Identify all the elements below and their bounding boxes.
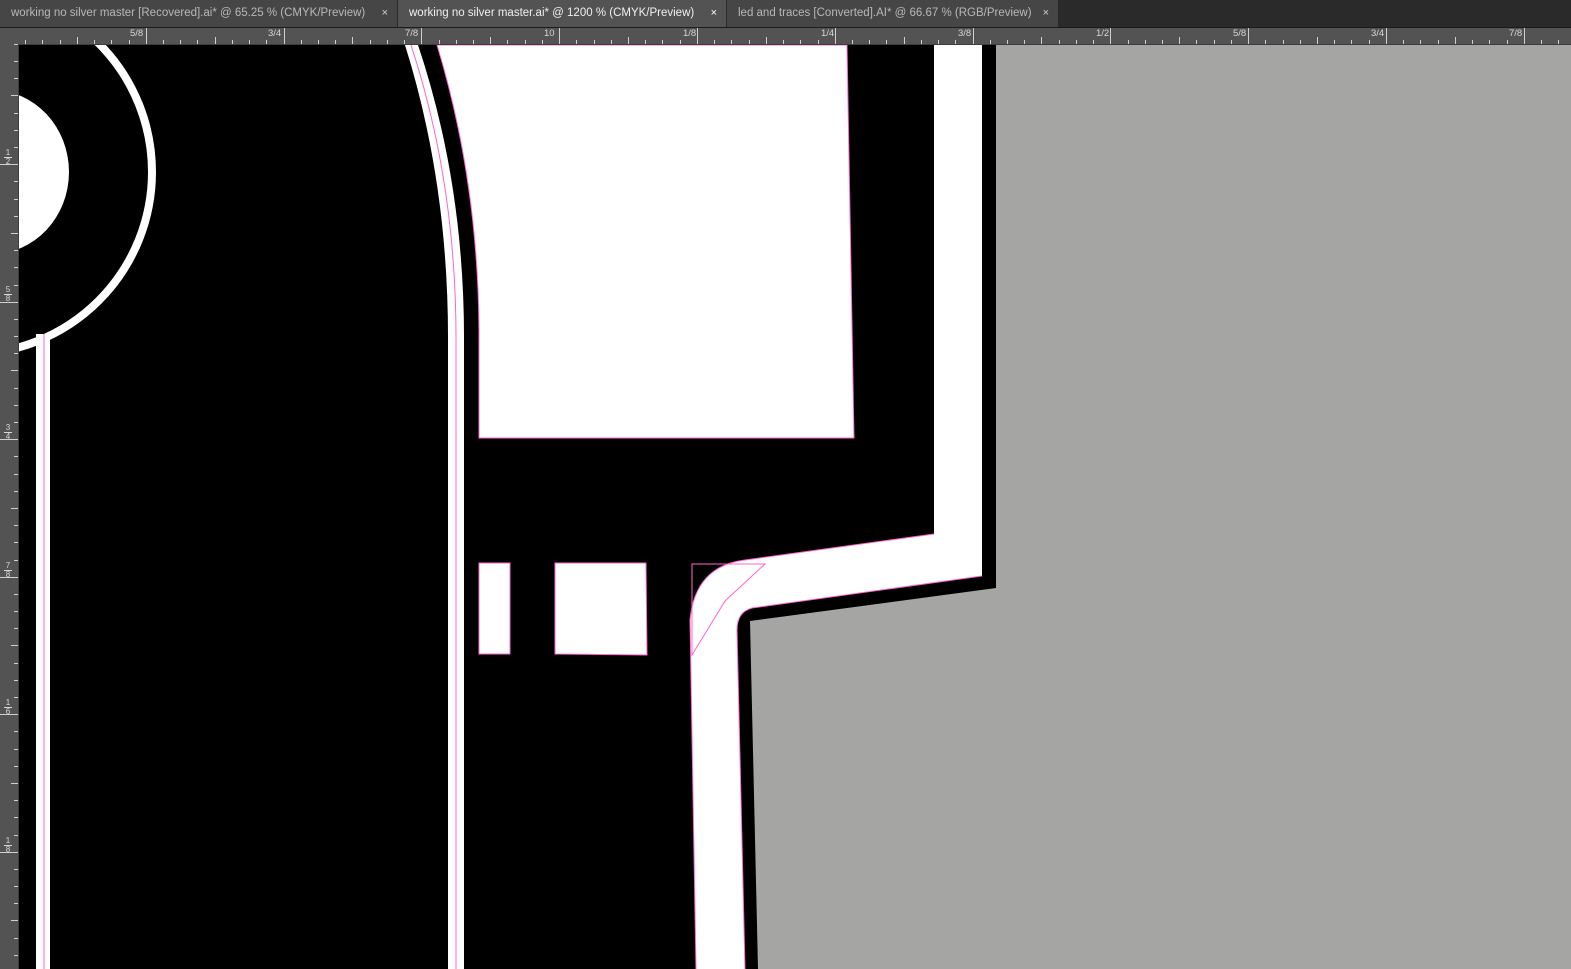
- close-icon[interactable]: ×: [711, 0, 717, 27]
- tab-title: working no silver master [Recovered].ai*…: [11, 7, 366, 19]
- ruler-label: 34: [4, 423, 12, 441]
- vertical-ruler[interactable]: 12 58 34 78 16 18: [0, 44, 19, 969]
- ruler-label: 5/8: [1233, 28, 1247, 39]
- document-tab-active[interactable]: working no silver master.ai* @ 1200 % (C…: [398, 0, 727, 27]
- ruler-label: 58: [4, 285, 12, 303]
- large-white-pad[interactable]: [436, 45, 855, 439]
- artwork[interactable]: [19, 45, 1571, 969]
- left-vertical-trace[interactable]: [36, 334, 50, 969]
- ruler-label: 1/2: [1096, 28, 1110, 39]
- ruler-label: 3/8: [958, 28, 972, 39]
- ruler-label: 18: [4, 836, 12, 854]
- ruler-label: 5/8: [130, 28, 144, 39]
- tab-title: working no silver master.ai* @ 1200 % (C…: [409, 7, 695, 19]
- horizontal-ruler-ticks: [25, 28, 1559, 44]
- close-icon[interactable]: ×: [382, 0, 388, 27]
- horizontal-ruler[interactable]: 5/8 3/4 7/8 10 1/8 1/4 3/8 1/2 5/8 3/4 7…: [0, 28, 1571, 45]
- ruler-label: 16: [4, 698, 12, 716]
- ruler-label: 7/8: [405, 28, 419, 39]
- ruler-label: 3/4: [268, 28, 282, 39]
- small-pad-square[interactable]: [554, 562, 648, 656]
- ruler-label: 10: [544, 28, 555, 39]
- small-pad-narrow[interactable]: [478, 562, 511, 655]
- ruler-label: 7/8: [1509, 28, 1523, 39]
- ruler-label: 12: [4, 148, 12, 166]
- ruler-label: 3/4: [1371, 28, 1385, 39]
- ruler-label: 78: [4, 561, 12, 579]
- illustrator-window: working no silver master [Recovered].ai*…: [0, 0, 1571, 969]
- document-tab-bar: working no silver master [Recovered].ai*…: [0, 0, 1571, 28]
- ruler-label: 1/4: [821, 28, 835, 39]
- vertical-ruler-ticks: [0, 44, 18, 956]
- document-tab-led-traces[interactable]: led and traces [Converted].AI* @ 66.67 %…: [727, 0, 1059, 27]
- document-tab-recovered[interactable]: working no silver master [Recovered].ai*…: [0, 0, 398, 27]
- tab-title: led and traces [Converted].AI* @ 66.67 %…: [738, 7, 1032, 19]
- artboard-canvas[interactable]: [19, 45, 1571, 969]
- ruler-label: 1/8: [683, 28, 697, 39]
- close-icon[interactable]: ×: [1043, 0, 1049, 27]
